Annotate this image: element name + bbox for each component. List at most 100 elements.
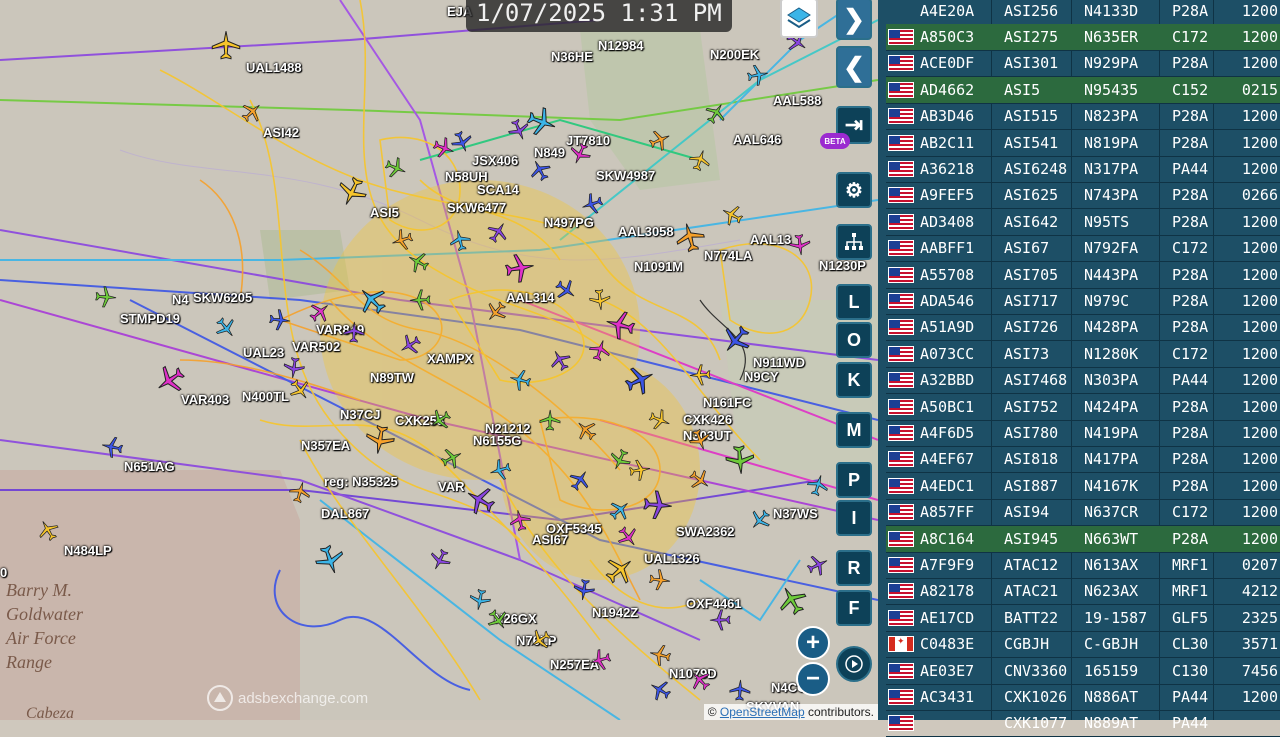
aircraft-label[interactable]: SCA14 bbox=[477, 182, 519, 197]
aircraft-label[interactable]: N357EA bbox=[301, 438, 350, 453]
replay-button[interactable] bbox=[836, 646, 872, 682]
airplane-icon[interactable] bbox=[642, 489, 675, 522]
table-row[interactable]: AD3408 ASI642 N95TS P28A 1200 bbox=[886, 209, 1280, 236]
aircraft-label[interactable]: DAL867 bbox=[321, 506, 369, 521]
aircraft-label[interactable]: JSX406 bbox=[472, 153, 518, 168]
table-row[interactable]: A82178 ATAC21 N623AX MRF1 4212 bbox=[886, 578, 1280, 606]
table-row[interactable]: A850C3 ASI275 N635ER C172 1200 bbox=[886, 24, 1280, 51]
toggle-m-button[interactable]: M bbox=[836, 412, 872, 448]
table-row[interactable]: C0483E CGBJH C-GBJH CL30 3571 bbox=[886, 631, 1280, 659]
airplane-icon[interactable] bbox=[409, 289, 432, 312]
airplane-icon[interactable] bbox=[268, 308, 292, 332]
aircraft-label[interactable]: AAL3058 bbox=[618, 224, 674, 239]
aircraft-label[interactable]: reg: N35325 bbox=[324, 474, 398, 489]
airplane-icon[interactable] bbox=[788, 233, 813, 258]
table-row[interactable]: A8C164 ASI945 N663WT P28A 1200 bbox=[886, 525, 1280, 553]
airplane-icon[interactable] bbox=[503, 251, 538, 286]
aircraft-label[interactable]: N200EK bbox=[710, 47, 759, 62]
sitemap-button[interactable] bbox=[836, 224, 872, 260]
toggle-r-button[interactable]: R bbox=[836, 550, 872, 586]
prev-button[interactable]: ❮ bbox=[836, 46, 872, 88]
airplane-icon[interactable] bbox=[343, 321, 366, 344]
airplane-icon[interactable] bbox=[539, 409, 561, 431]
aircraft-label[interactable]: STMPD19 bbox=[120, 311, 180, 326]
aircraft-label[interactable]: N484LP bbox=[64, 543, 112, 558]
airplane-icon[interactable] bbox=[467, 587, 493, 613]
aircraft-label[interactable]: N37WS bbox=[773, 506, 818, 521]
aircraft-label[interactable]: VAR403 bbox=[181, 392, 229, 407]
airplane-icon[interactable] bbox=[99, 434, 125, 460]
aircraft-label[interactable]: N37CJ bbox=[340, 407, 380, 422]
table-row[interactable]: AABFF1 ASI67 N792FA C172 1200 bbox=[886, 235, 1280, 263]
aircraft-label[interactable]: UAL1326 bbox=[644, 551, 700, 566]
table-row[interactable]: A9FEF5 ASI625 N743PA P28A 0266 bbox=[886, 182, 1280, 210]
airplane-icon[interactable] bbox=[211, 30, 241, 60]
aircraft-label[interactable]: N400TL bbox=[242, 389, 289, 404]
table-row[interactable]: AC3431 CXK1026 N886AT PA44 1200 bbox=[886, 684, 1280, 711]
aircraft-label[interactable]: N58UH bbox=[445, 169, 488, 184]
table-row[interactable]: A073CC ASI73 N1280K C172 1200 bbox=[886, 341, 1280, 368]
airplane-icon[interactable] bbox=[571, 577, 596, 602]
table-row[interactable]: A36218 ASI6248 N317PA PA44 1200 bbox=[886, 156, 1280, 183]
aircraft-label[interactable]: VAR502 bbox=[292, 339, 340, 354]
airplane-icon[interactable] bbox=[363, 423, 398, 458]
aircraft-label[interactable]: N9CY bbox=[744, 369, 779, 384]
aircraft-label[interactable]: N911WD bbox=[753, 355, 805, 370]
airplane-icon[interactable] bbox=[728, 678, 751, 701]
table-row[interactable]: A4F6D5 ASI780 N419PA P28A 1200 bbox=[886, 420, 1280, 447]
aircraft-label[interactable]: OXF5345 bbox=[546, 521, 602, 536]
aircraft-label[interactable]: AAL314 bbox=[506, 290, 554, 305]
airplane-icon[interactable] bbox=[648, 568, 673, 593]
aircraft-label[interactable]: N89TW bbox=[370, 370, 414, 385]
aircraft-label[interactable]: SKW6477 bbox=[447, 200, 506, 215]
aircraft-label[interactable]: N4 bbox=[172, 292, 189, 307]
aircraft-label[interactable]: AAL13 bbox=[750, 232, 791, 247]
aircraft-label[interactable]: N1230P bbox=[819, 258, 866, 273]
map-view[interactable]: Barry M. Goldwater Air Force Range Cabez… bbox=[0, 0, 878, 720]
toggle-o-button[interactable]: O bbox=[836, 322, 872, 358]
table-row[interactable]: AB3D46 ASI515 N823PA P28A 1200 bbox=[886, 103, 1280, 131]
table-row[interactable]: A4EF67 ASI818 N417PA P28A 1200 bbox=[886, 446, 1280, 474]
aircraft-label[interactable]: N36HE bbox=[551, 49, 593, 64]
aircraft-label[interactable]: ASI42 bbox=[263, 125, 299, 140]
aircraft-label[interactable]: SKW4987 bbox=[596, 168, 655, 183]
table-row[interactable]: A50BC1 ASI752 N424PA P28A 1200 bbox=[886, 394, 1280, 421]
openstreetmap-link[interactable]: OpenStreetMap bbox=[720, 705, 805, 719]
aircraft-label[interactable]: VAR bbox=[438, 479, 464, 494]
aircraft-label[interactable]: CXK426 bbox=[683, 412, 732, 427]
aircraft-label[interactable]: UAL23 bbox=[243, 345, 284, 360]
aircraft-label[interactable]: SKW6205 bbox=[193, 290, 252, 305]
airplane-icon[interactable] bbox=[627, 457, 652, 482]
toggle-f-button[interactable]: F bbox=[836, 590, 872, 626]
aircraft-label[interactable]: UAL1488 bbox=[246, 60, 302, 75]
table-row[interactable]: AD4662 ASI5 N95435 C152 0215 bbox=[886, 76, 1280, 104]
airplane-icon[interactable] bbox=[745, 62, 771, 88]
table-row[interactable]: A7F9F9 ATAC12 N613AX MRF1 0207 bbox=[886, 552, 1280, 579]
aircraft-label[interactable]: N651AG bbox=[124, 459, 175, 474]
zoom-in-button[interactable]: + bbox=[796, 626, 830, 660]
table-row[interactable]: A32BBD ASI7468 N303PA PA44 1200 bbox=[886, 367, 1280, 395]
airplane-icon[interactable] bbox=[688, 363, 711, 386]
aircraft-label[interactable]: N6155G bbox=[473, 433, 521, 448]
aircraft-label[interactable]: XAMPX bbox=[427, 351, 473, 366]
settings-button[interactable]: ⚙ bbox=[836, 172, 872, 208]
toggle-i-button[interactable]: I bbox=[836, 500, 872, 536]
table-row[interactable]: CXK1077 N889AT PA44 bbox=[886, 710, 1280, 737]
aircraft-label[interactable]: AAL646 bbox=[733, 132, 781, 147]
table-row[interactable]: AE03E7 CNV3360 165159 C130 7456 bbox=[886, 658, 1280, 685]
table-row[interactable]: A51A9D ASI726 N428PA P28A 1200 bbox=[886, 314, 1280, 342]
zoom-out-button[interactable]: − bbox=[796, 662, 830, 696]
table-row[interactable]: ACE0DF ASI301 N929PA P28A 1200 bbox=[886, 50, 1280, 78]
toggle-p-button[interactable]: P bbox=[836, 462, 872, 498]
aircraft-label[interactable]: SWA2362 bbox=[676, 524, 735, 539]
table-row[interactable]: AB2C11 ASI541 N819PA P28A 1200 bbox=[886, 130, 1280, 157]
next-button[interactable]: ❯ bbox=[836, 0, 872, 40]
aircraft-label[interactable]: AAL588 bbox=[773, 93, 821, 108]
toggle-l-button[interactable]: L bbox=[836, 284, 872, 320]
airplane-icon[interactable] bbox=[94, 285, 117, 308]
aircraft-label[interactable]: N161FC bbox=[703, 395, 751, 410]
layers-button[interactable] bbox=[780, 0, 818, 38]
table-row-partial[interactable]: A4E20A ASI256 N4133D P28A 1200 bbox=[886, 0, 1280, 25]
aircraft-label[interactable]: N1942Z bbox=[592, 605, 638, 620]
toggle-k-button[interactable]: K bbox=[836, 362, 872, 398]
